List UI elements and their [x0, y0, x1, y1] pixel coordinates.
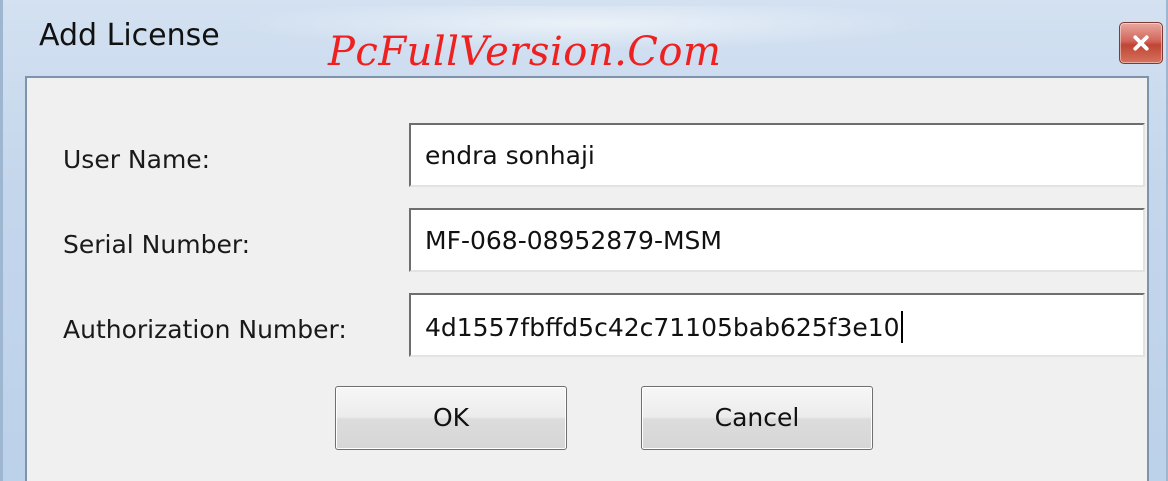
serial-number-label: Serial Number:: [63, 230, 251, 259]
serial-number-field[interactable]: MF-068-08952879-MSM: [409, 208, 1145, 272]
user-name-label: User Name:: [63, 145, 211, 174]
window-title: Add License: [39, 18, 220, 53]
cancel-button[interactable]: Cancel: [641, 386, 873, 450]
title-bar[interactable]: Add License PcFullVersion.Com: [3, 0, 1166, 76]
user-name-field[interactable]: endra sonhaji: [409, 123, 1145, 187]
close-button[interactable]: [1119, 22, 1163, 64]
serial-number-value: MF-068-08952879-MSM: [425, 226, 722, 255]
text-caret: [900, 311, 903, 343]
close-icon: [1133, 35, 1149, 51]
authorization-number-label: Authorization Number:: [63, 315, 347, 344]
ok-button[interactable]: OK: [335, 386, 567, 450]
user-name-value: endra sonhaji: [425, 141, 595, 170]
dialog-content: User Name: endra sonhaji Serial Number: …: [25, 76, 1149, 481]
add-license-dialog: Add License PcFullVersion.Com User Name:…: [0, 0, 1168, 481]
authorization-number-field[interactable]: 4d1557fbffd5c42c71105bab625f3e10: [409, 293, 1145, 357]
watermark-text: PcFullVersion.Com: [328, 29, 722, 75]
authorization-number-value: 4d1557fbffd5c42c71105bab625f3e10: [425, 313, 900, 342]
